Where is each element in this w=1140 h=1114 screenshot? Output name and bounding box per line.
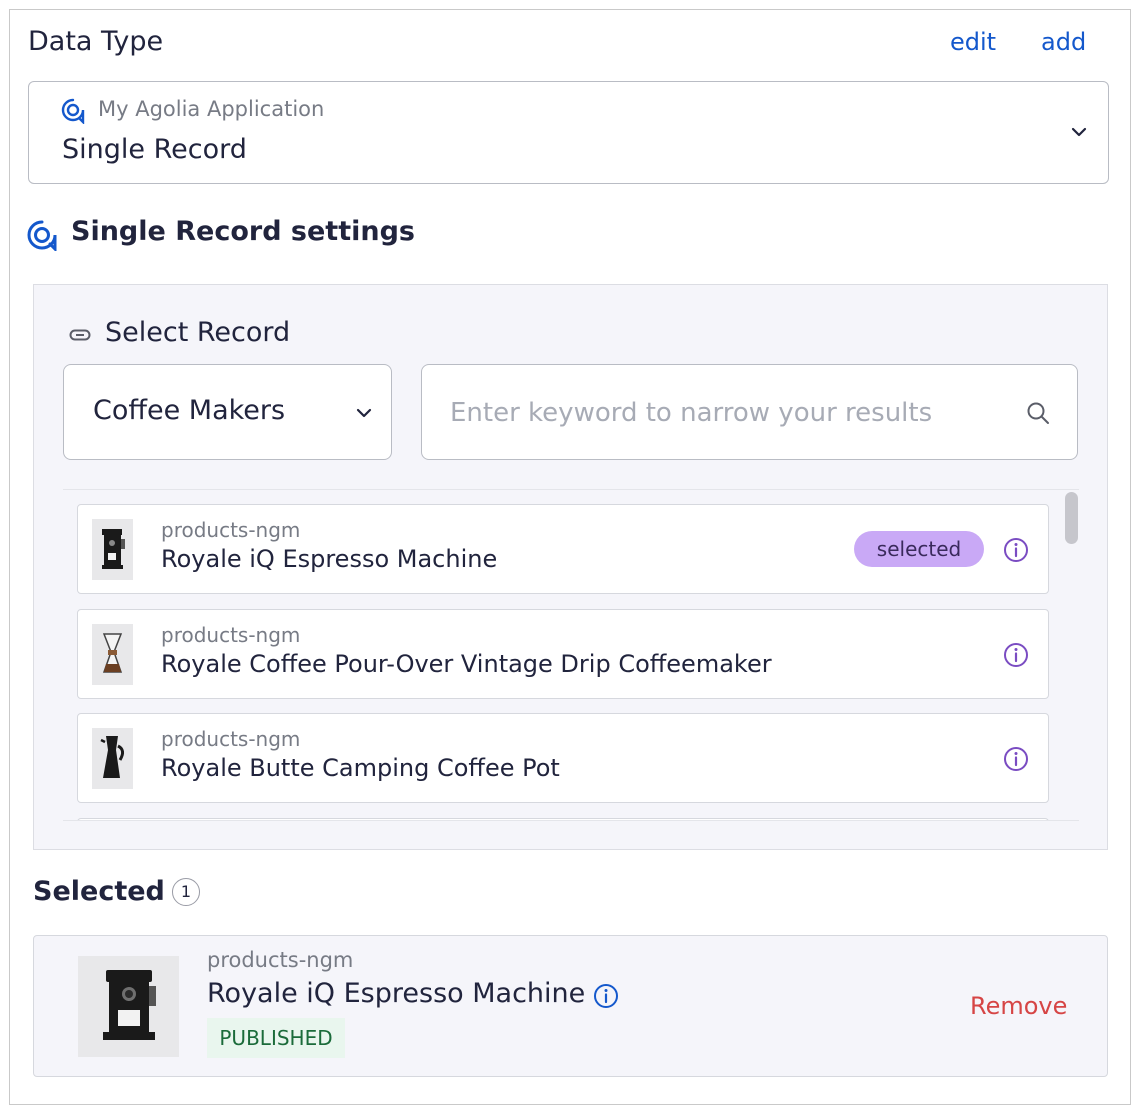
record-index: products-ngm [161, 623, 301, 647]
product-thumbnail [92, 624, 133, 685]
selected-badge: selected [854, 531, 984, 567]
agolia-logo-icon [27, 220, 57, 251]
info-icon[interactable] [1003, 642, 1029, 668]
app-data-type-select[interactable]: My Agolia Application Single Record [28, 81, 1109, 184]
chevron-down-icon [1071, 127, 1087, 137]
results-list: products-ngm Royale iQ Espresso Machine … [63, 489, 1079, 821]
chevron-down-icon [356, 408, 372, 418]
selected-count-badge: 1 [172, 878, 200, 906]
category-value: Coffee Makers [93, 395, 286, 426]
scrollbar-thumb[interactable] [1065, 492, 1078, 544]
info-icon[interactable] [1003, 537, 1029, 563]
select-record-panel: Select Record Coffee Makers Enter keywor… [33, 284, 1108, 850]
record-title: Royale Coffee Pour-Over Vintage Drip Cof… [161, 650, 772, 678]
remove-button[interactable]: Remove [970, 992, 1067, 1020]
data-type-title: Data Type [28, 26, 164, 57]
data-type-panel: Data Type edit add My Agolia Application… [9, 9, 1131, 1105]
search-input[interactable] [450, 393, 1010, 433]
add-link[interactable]: add [1041, 28, 1086, 56]
info-icon[interactable] [593, 983, 619, 1009]
link-icon [69, 329, 91, 341]
record-index: products-ngm [207, 948, 354, 972]
app-name: My Agolia Application [98, 97, 325, 121]
record-index: products-ngm [161, 518, 301, 542]
edit-link[interactable]: edit [950, 28, 996, 56]
selected-record-card: products-ngm Royale iQ Espresso Machine … [33, 935, 1108, 1077]
search-box [421, 364, 1078, 460]
list-item[interactable] [77, 818, 1049, 820]
product-thumbnail [92, 519, 133, 580]
select-record-title: Select Record [105, 317, 291, 348]
record-title: Royale iQ Espresso Machine [207, 978, 586, 1009]
settings-title: Single Record settings [71, 216, 415, 247]
info-icon[interactable] [1003, 746, 1029, 772]
record-title: Royale iQ Espresso Machine [161, 545, 498, 573]
search-icon[interactable] [1026, 401, 1050, 425]
list-item[interactable]: products-ngm Royale iQ Espresso Machine … [77, 504, 1049, 594]
data-type-value: Single Record [62, 134, 247, 165]
product-thumbnail [92, 728, 133, 789]
status-badge: PUBLISHED [207, 1018, 345, 1058]
record-index: products-ngm [161, 727, 301, 751]
list-item[interactable]: products-ngm Royale Butte Camping Coffee… [77, 713, 1049, 803]
product-thumbnail [78, 956, 179, 1057]
selected-title: Selected [33, 876, 165, 907]
list-item[interactable]: products-ngm Royale Coffee Pour-Over Vin… [77, 609, 1049, 699]
agolia-logo-icon [61, 98, 85, 124]
record-title: Royale Butte Camping Coffee Pot [161, 754, 560, 782]
category-select[interactable]: Coffee Makers [63, 364, 392, 460]
